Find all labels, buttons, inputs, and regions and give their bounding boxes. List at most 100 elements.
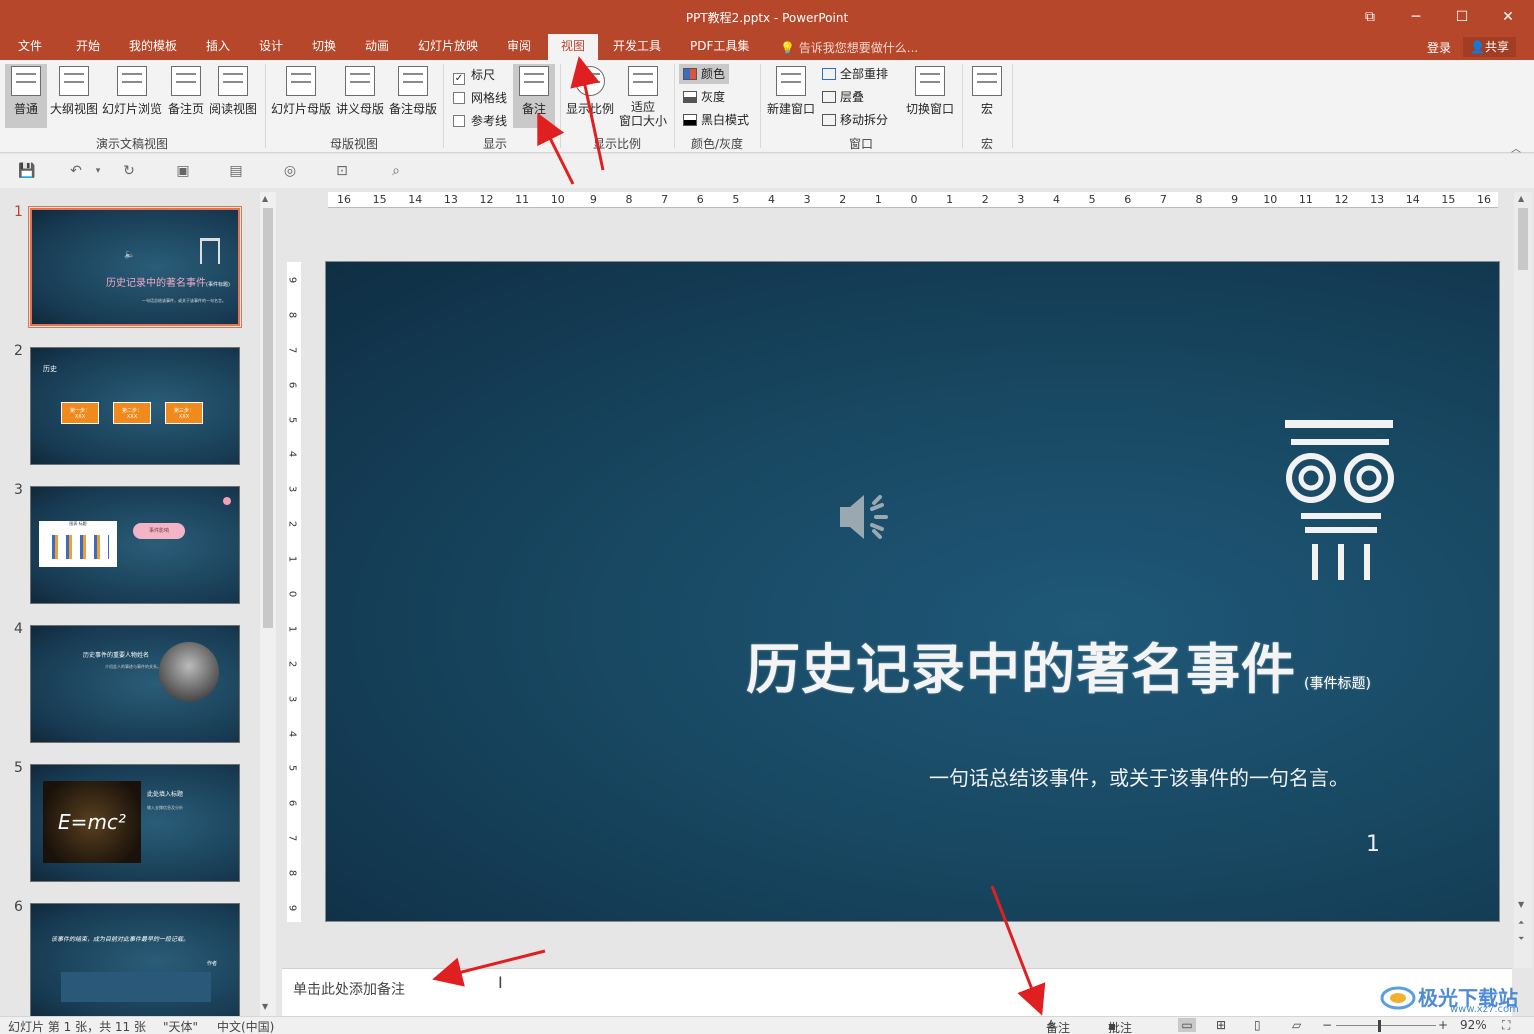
ruler-tick-label: 5: [286, 416, 298, 423]
language-indicator[interactable]: 中文(中国): [217, 1018, 274, 1034]
zoom-slider-thumb[interactable]: [1378, 1020, 1381, 1032]
scroll-up-icon[interactable]: ▲: [262, 194, 268, 203]
slide-canvas[interactable]: 历史记录中的著名事件 (事件标题) 一句话总结该事件，或关于该事件的一句名言。 1: [325, 261, 1500, 922]
maximize-button[interactable]: ☐: [1450, 6, 1474, 28]
zoom-in-icon[interactable]: +: [1438, 1018, 1448, 1032]
zoom-out-icon[interactable]: −: [1322, 1018, 1332, 1032]
ribbon-display-options-icon[interactable]: ⧉: [1358, 6, 1382, 28]
slide-master-button[interactable]: 幻灯片母版: [270, 64, 332, 128]
cascade-button[interactable]: 层叠: [822, 87, 864, 107]
switch-windows-button[interactable]: 切换窗口: [903, 64, 957, 128]
ruler-tick-label: 9: [286, 276, 298, 284]
zoom-level[interactable]: 92%: [1460, 1018, 1487, 1032]
thumb-subtitle: 一句话总结该事件，或关于该事件的一句名言。: [142, 298, 226, 303]
tab-design[interactable]: 设计: [249, 34, 293, 60]
reading-view-button[interactable]: 阅读视图: [208, 64, 258, 128]
black-white-button[interactable]: 黑白模式: [683, 110, 749, 130]
tab-view[interactable]: 视图: [548, 34, 598, 60]
scroll-up-icon[interactable]: ▲: [1518, 194, 1524, 203]
scroll-thumb[interactable]: [1518, 208, 1528, 270]
share-button[interactable]: 👤共享: [1463, 37, 1516, 57]
slideshow-icon[interactable]: ▱: [1292, 1018, 1301, 1032]
portrait-image: [159, 642, 219, 702]
tab-home[interactable]: 开始: [66, 34, 110, 60]
present-online-icon[interactable]: ◎: [282, 163, 298, 179]
ruler-checkbox[interactable]: ✓ 标尺: [453, 66, 495, 85]
print-preview-icon[interactable]: ⌕: [388, 163, 404, 179]
tell-me-search[interactable]: 💡 告诉我您想要做什么...: [780, 39, 918, 56]
scroll-down-icon[interactable]: ▼: [262, 1002, 268, 1011]
handout-master-label: 讲义母版: [335, 102, 384, 116]
ruler-tick-label: 1: [286, 625, 298, 633]
slideshow-from-beginning-icon[interactable]: ⊡: [334, 163, 350, 179]
notes-page-icon: [171, 66, 201, 96]
zoom-button[interactable]: 显示比例: [565, 64, 615, 128]
scroll-down-icon[interactable]: ▼: [1518, 900, 1524, 909]
ruler-tick-label: 2: [286, 521, 298, 528]
undo-dropdown-icon[interactable]: ▾: [90, 163, 106, 179]
ruler-tick-label: 9: [286, 904, 298, 912]
notes-master-button[interactable]: 备注母版: [388, 64, 438, 128]
tab-file[interactable]: 文件: [8, 34, 52, 60]
zoom-slider[interactable]: [1336, 1025, 1436, 1026]
slide-sorter-icon[interactable]: ⊞: [1216, 1018, 1226, 1032]
save-icon[interactable]: 💾: [18, 163, 35, 179]
slide-thumbnail-1[interactable]: 🔈 历史记录中的著名事件(事件标题) 一句话总结该事件，或关于该事件的一句名言。: [28, 206, 242, 328]
reading-view-icon[interactable]: ▯: [1254, 1018, 1261, 1032]
tab-insert[interactable]: 插入: [196, 34, 240, 60]
slide-title[interactable]: 历史记录中的著名事件 (事件标题): [746, 625, 1371, 704]
collapse-ribbon-icon[interactable]: ︿: [1511, 140, 1521, 155]
next-slide-icon[interactable]: ⏷: [1518, 934, 1524, 944]
arrange-all-button[interactable]: 全部重排: [822, 64, 888, 84]
color-button[interactable]: 颜色: [679, 64, 730, 84]
tab-review[interactable]: 审阅: [497, 34, 541, 60]
close-button[interactable]: ✕: [1496, 6, 1520, 28]
slide-thumbnail-4[interactable]: 历史事件的重要人物姓名 介绍此人的事迹与事件的关系。: [30, 625, 240, 743]
previous-slide-icon[interactable]: ⏶: [1518, 918, 1524, 928]
slide-sorter-button[interactable]: 幻灯片浏览: [101, 64, 163, 128]
undo-icon[interactable]: ↶: [68, 163, 84, 179]
tab-animations[interactable]: 动画: [355, 34, 399, 60]
guides-checkbox[interactable]: 参考线: [453, 112, 507, 129]
slide-thumbnail-2[interactable]: 历史 第一步： XXX 第二步： XXX 第三步： XXX: [30, 347, 240, 465]
tab-my-templates[interactable]: 我的模板: [119, 34, 187, 60]
outline-view-button[interactable]: 大纲视图: [49, 64, 99, 128]
slide-thumbnail-5[interactable]: E=mc² 此处填入标题 输入支撑信息及分析: [30, 764, 240, 882]
start-slideshow-icon[interactable]: ▣: [175, 163, 191, 179]
handout-master-button[interactable]: 讲义母版: [334, 64, 386, 128]
thumbnail-number: 1: [14, 204, 23, 220]
tab-developer[interactable]: 开发工具: [603, 34, 671, 60]
minimize-button[interactable]: ─: [1404, 6, 1428, 28]
notes-placeholder[interactable]: 单击此处添加备注: [293, 979, 405, 999]
notes-toggle-button[interactable]: 备注: [513, 64, 555, 128]
macros-button[interactable]: 宏: [967, 64, 1007, 128]
editor-scrollbar[interactable]: ▲ ▼ ⏶ ⏷: [1514, 192, 1532, 968]
slide-thumbnail-6[interactable]: 该事件的结束，成为目前对此事件最早的一段记载。 作者: [30, 903, 240, 1016]
notes-page-button[interactable]: 备注页: [165, 64, 207, 128]
slide-subtitle[interactable]: 一句话总结该事件，或关于该事件的一句名言。: [929, 762, 1349, 791]
slide-thumbnail-3[interactable]: 图表 标题 事件影响: [30, 486, 240, 604]
tab-transitions[interactable]: 切换: [302, 34, 346, 60]
fit-to-window-button[interactable]: 适应 窗口大小: [617, 64, 669, 134]
gridlines-checkbox[interactable]: 网格线: [453, 89, 507, 106]
quick-access-toolbar: 💾 ↶ ▾ ↻ ▣ ▤ ◎ ⊡ ⌕: [0, 154, 1534, 188]
reading-view-icon: [218, 66, 248, 96]
speaker-icon[interactable]: [836, 487, 896, 547]
move-split-button[interactable]: 移动拆分: [822, 110, 888, 130]
watermark-url: www.xz7.com: [1450, 1004, 1519, 1015]
normal-view-button[interactable]: 普通: [5, 64, 47, 128]
grayscale-button[interactable]: 灰度: [683, 87, 725, 107]
redo-icon[interactable]: ↻: [121, 163, 137, 179]
textbox-icon[interactable]: ▤: [228, 163, 244, 179]
tab-slideshow[interactable]: 幻灯片放映: [408, 34, 488, 60]
tab-pdf-tools[interactable]: PDF工具集: [680, 34, 759, 60]
fit-slide-icon[interactable]: ⛶: [1502, 1018, 1510, 1033]
new-window-button[interactable]: 新建窗口: [765, 64, 817, 128]
scroll-thumb[interactable]: [263, 208, 273, 628]
thumbnail-scrollbar[interactable]: ▲ ▼: [260, 192, 276, 1016]
normal-view-icon[interactable]: ▭: [1178, 1018, 1196, 1032]
login-link[interactable]: 登录: [1427, 39, 1451, 56]
thumbnail-number: 5: [14, 760, 23, 776]
notes-pane[interactable]: 单击此处添加备注 I: [282, 968, 1512, 1016]
master-views-group-label: 母版视图: [330, 137, 379, 151]
